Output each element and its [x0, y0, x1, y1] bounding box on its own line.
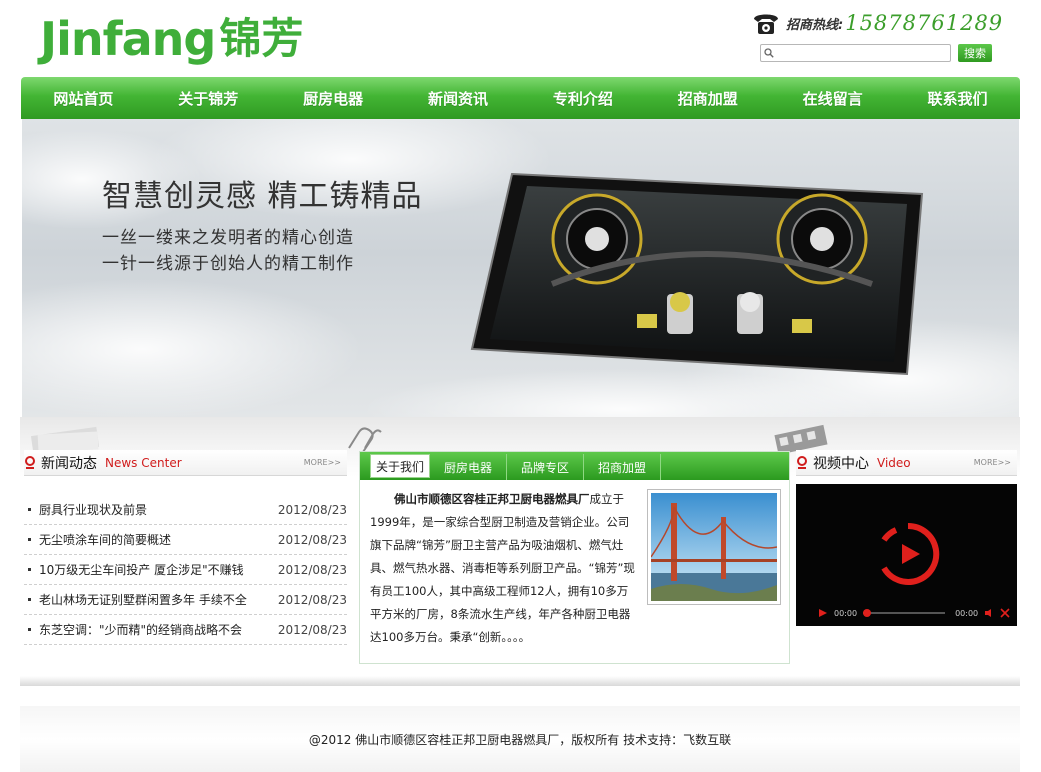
news-item-date: 2012/08/23	[277, 502, 347, 517]
about-text-wrap: 佛山市顺德区容桂正邦卫厨电器燃具厂成立于1999年，是一家综合型厨卫制造及营销企…	[370, 488, 636, 649]
nav-news[interactable]: 新闻资讯	[396, 77, 521, 119]
bullet-icon	[28, 568, 31, 571]
tab-kitchen-appliances[interactable]: 厨房电器	[430, 454, 508, 480]
about-panel: 关于我们 厨房电器 品牌专区 招商加盟 佛山市顺德区容桂正邦卫厨电器燃具厂成立于…	[359, 451, 790, 664]
hero-banner: 智慧创灵感 精工铸精品 一丝一缕来之发明者的精心创造 一针一线源于创始人的精工制…	[22, 119, 1019, 417]
news-panel: 新闻动态 News Center MORE>> 厨具行业现状及前景 2012/08…	[24, 450, 347, 645]
banner-title: 智慧创灵感 精工铸精品	[102, 179, 423, 214]
nav-kitchen-appliances[interactable]: 厨房电器	[271, 77, 396, 119]
nav-patents[interactable]: 专利介绍	[521, 77, 646, 119]
nav-contact[interactable]: 联系我们	[895, 77, 1020, 119]
nav-franchise[interactable]: 招商加盟	[645, 77, 770, 119]
search-input[interactable]	[774, 46, 950, 60]
hotline: 招商热线: 15878761289	[750, 8, 1010, 38]
volume-icon[interactable]	[984, 608, 994, 618]
list-item: 老山林场无证别墅群闲置多年 手续不全 2012/08/23	[24, 585, 347, 615]
video-title: 视频中心	[813, 455, 869, 472]
play-icon[interactable]	[876, 522, 940, 586]
location-pin-icon	[797, 455, 807, 469]
list-item: 无尘喷涂车间的简要概述 2012/08/23	[24, 525, 347, 555]
about-text: 成立于1999年，是一家综合型厨卫制造及营销企业。公司旗下品牌“锦芳”厨卫主营产…	[370, 492, 635, 644]
video-header: 视频中心 Video MORE>>	[796, 450, 1017, 476]
bullet-icon	[28, 538, 31, 541]
news-header: 新闻动态 News Center MORE>>	[24, 450, 347, 476]
hotline-label: 招商热线:	[786, 17, 844, 33]
footer-copyright: @2012 佛山市顺德区容桂正邦卫厨电器燃具厂，版权所有 技术支持：飞数互联	[308, 732, 732, 747]
news-item-title[interactable]: 东芝空调："少而精"的经销商战略不会	[39, 621, 268, 638]
news-item-date: 2012/08/23	[277, 532, 347, 547]
video-more-link[interactable]: MORE>>	[974, 458, 1011, 467]
tab-franchise[interactable]: 招商加盟	[584, 454, 662, 480]
hotline-number: 15878761289	[845, 11, 1004, 35]
video-progress[interactable]	[863, 609, 946, 617]
footer: @2012 佛山市顺德区容桂正邦卫厨电器燃具厂，版权所有 技术支持：飞数互联	[20, 706, 1020, 772]
nav-message[interactable]: 在线留言	[770, 77, 895, 119]
news-list: 厨具行业现状及前景 2012/08/23 无尘喷涂车间的简要概述 2012/08/2…	[24, 495, 347, 645]
news-item-date: 2012/08/23	[277, 592, 347, 607]
news-item-date: 2012/08/23	[277, 622, 347, 637]
site-logo[interactable]: Jinfang 锦芳	[40, 8, 303, 64]
tab-about-us[interactable]: 关于我们	[370, 454, 431, 478]
search-box	[760, 44, 951, 62]
video-current-time: 00:00	[834, 608, 858, 618]
news-item-date: 2012/08/23	[277, 562, 347, 577]
video-controls: 00:00 00:00	[796, 600, 1017, 626]
nav-about[interactable]: 关于锦芳	[146, 77, 271, 119]
about-content: 佛山市顺德区容桂正邦卫厨电器燃具厂成立于1999年，是一家综合型厨卫制造及营销企…	[360, 480, 789, 649]
logo-english: Jinfang	[40, 12, 216, 66]
news-item-title[interactable]: 厨具行业现状及前景	[39, 501, 268, 518]
company-name: 佛山市顺德区容桂正邦卫厨电器燃具厂	[394, 492, 590, 506]
news-item-title[interactable]: 10万级无尘车间投产 厦企涉足"不赚钱	[39, 561, 268, 578]
content-shadow	[20, 676, 1020, 686]
banner-slogan-2: 一针一线源于创始人的精工制作	[102, 254, 354, 274]
banner-slogan-1: 一丝一缕来之发明者的精心创造	[102, 228, 354, 248]
video-subtitle: Video	[877, 455, 911, 470]
decorative-papers-icon	[30, 426, 100, 453]
list-item: 10万级无尘车间投产 厦企涉足"不赚钱 2012/08/23	[24, 555, 347, 585]
video-total-time: 00:00	[955, 608, 979, 618]
nav-home[interactable]: 网站首页	[21, 77, 146, 119]
list-item: 厨具行业现状及前景 2012/08/23	[24, 495, 347, 525]
news-item-title[interactable]: 无尘喷涂车间的简要概述	[39, 531, 268, 548]
search-button[interactable]: 搜索	[958, 44, 992, 62]
video-panel: 视频中心 Video MORE>> 00:00 00:00	[796, 450, 1017, 628]
decorative-paperclip-icon	[348, 427, 382, 452]
news-more-link[interactable]: MORE>>	[304, 458, 341, 467]
gas-stove-image	[470, 172, 924, 376]
logo-chinese: 锦芳	[219, 14, 304, 63]
video-player[interactable]: 00:00 00:00	[796, 484, 1017, 626]
main-nav: 网站首页 关于锦芳 厨房电器 新闻资讯 专利介绍 招商加盟 在线留言 联系我们	[21, 77, 1020, 119]
tab-brand-zone[interactable]: 品牌专区	[507, 454, 585, 480]
news-item-title[interactable]: 老山林场无证别墅群闲置多年 手续不全	[39, 591, 268, 608]
news-subtitle: News Center	[105, 455, 182, 470]
bullet-icon	[28, 598, 31, 601]
telephone-icon	[754, 14, 778, 34]
list-item: 东芝空调："少而精"的经销商战略不会 2012/08/23	[24, 615, 347, 645]
search-icon	[764, 48, 774, 58]
news-title: 新闻动态	[41, 455, 97, 472]
bullet-icon	[28, 508, 31, 511]
fullscreen-icon[interactable]	[1000, 608, 1010, 618]
about-tabs: 关于我们 厨房电器 品牌专区 招商加盟	[360, 452, 789, 480]
location-pin-icon	[25, 455, 35, 469]
play-small-icon[interactable]	[818, 608, 828, 618]
bullet-icon	[28, 628, 31, 631]
